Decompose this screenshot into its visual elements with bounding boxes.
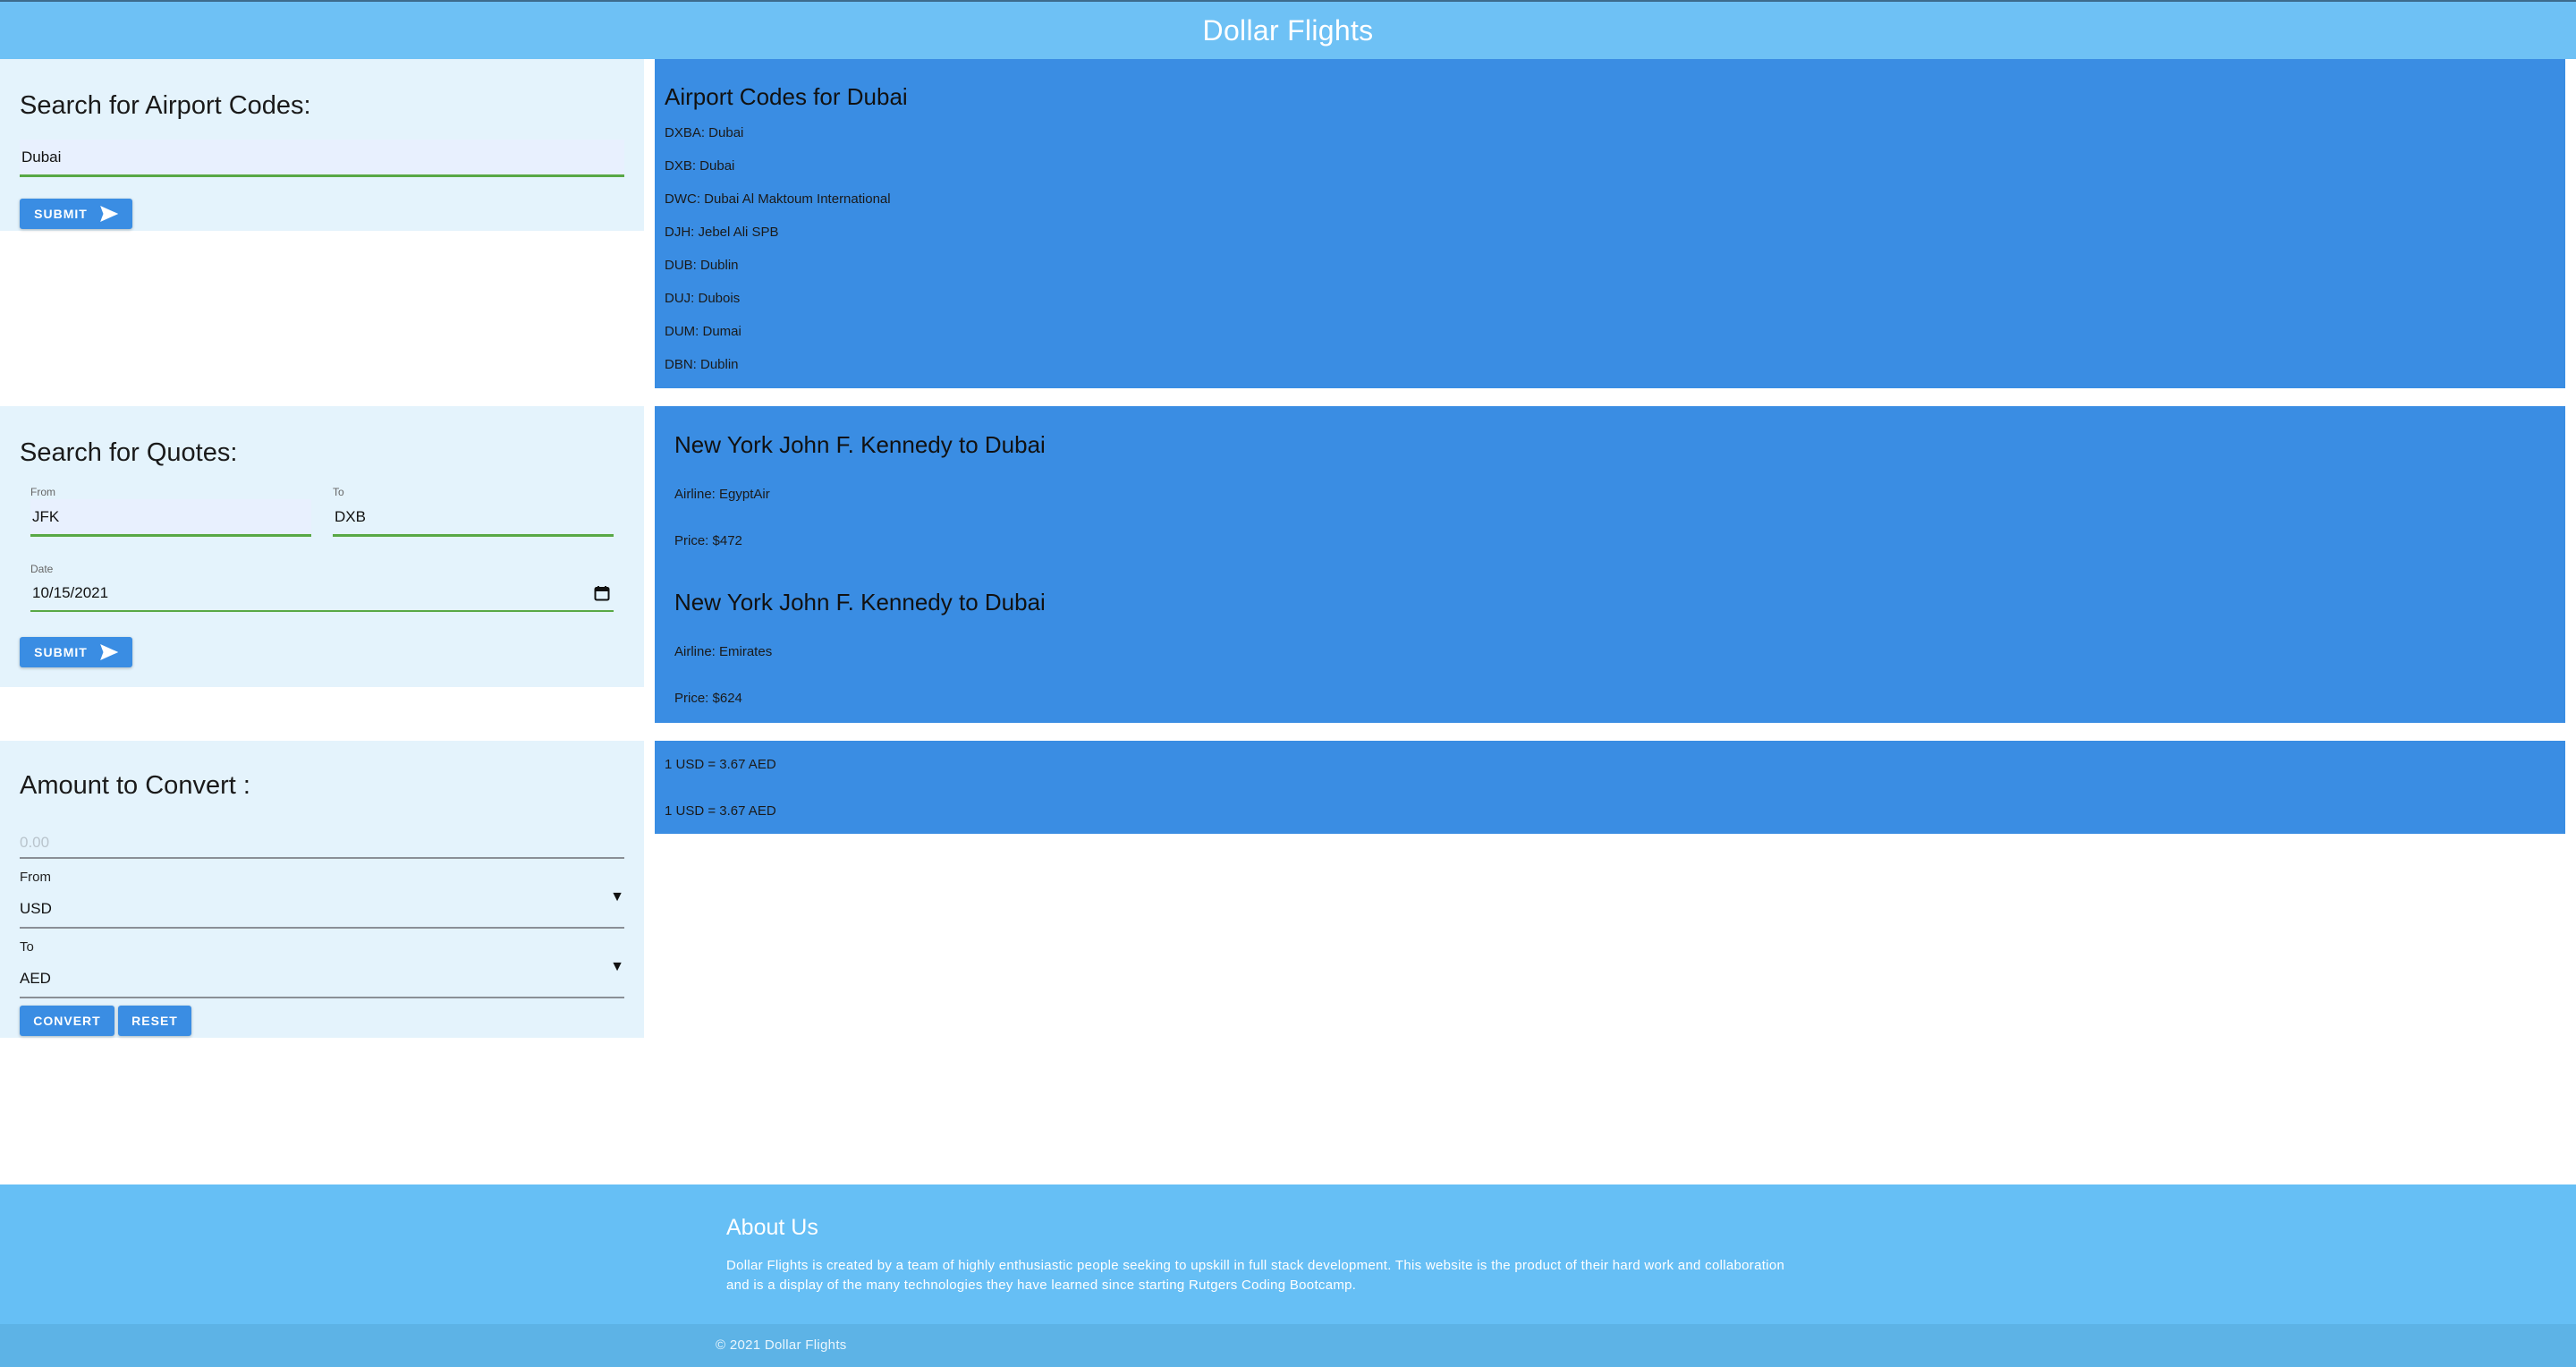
to-currency-select[interactable]: AED ▼ bbox=[20, 957, 624, 998]
from-currency-label: From bbox=[20, 870, 51, 885]
airport-code-item: DUB: Dublin bbox=[665, 258, 739, 273]
airport-code-item: DWC: Dubai Al Maktoum International bbox=[665, 191, 891, 207]
conversion-result: 1 USD = 3.67 AED bbox=[665, 803, 776, 819]
quote-price: Price: $624 bbox=[674, 691, 742, 706]
airport-results-panel: Airport Codes for Dubai DXBA: Dubai DXB:… bbox=[655, 59, 2565, 388]
date-input[interactable]: 10/15/2021 bbox=[30, 576, 614, 612]
about-title: About Us bbox=[726, 1215, 818, 1240]
airport-search-heading: Search for Airport Codes: bbox=[20, 91, 311, 120]
send-icon bbox=[99, 644, 118, 660]
caret-down-icon: ▼ bbox=[610, 959, 624, 974]
airport-code-item: DXBA: Dubai bbox=[665, 125, 744, 140]
date-value: 10/15/2021 bbox=[32, 584, 109, 601]
convert-label: CONVERT bbox=[33, 1014, 101, 1028]
calendar-icon[interactable] bbox=[594, 585, 610, 601]
quote-search-panel: Search for Quotes: From JFK To DXB Date … bbox=[0, 406, 644, 687]
quote-price: Price: $472 bbox=[674, 533, 742, 548]
copyright-text: © 2021 Dollar Flights bbox=[716, 1337, 847, 1353]
convert-button[interactable]: CONVERT bbox=[20, 1006, 114, 1036]
quote-submit-button[interactable]: SUBMIT bbox=[20, 637, 132, 667]
quote-search-heading: Search for Quotes: bbox=[20, 438, 238, 467]
airport-submit-label: SUBMIT bbox=[34, 207, 88, 221]
quote-airline: Airline: Emirates bbox=[674, 644, 773, 659]
airport-code-item: DBN: Dublin bbox=[665, 357, 739, 372]
caret-down-icon: ▼ bbox=[610, 889, 624, 904]
quote-results-panel: New York John F. Kennedy to Dubai Airlin… bbox=[655, 406, 2565, 723]
quote-route-title: New York John F. Kennedy to Dubai bbox=[674, 589, 1046, 616]
airport-code-item: DUM: Dumai bbox=[665, 324, 741, 339]
quote-route-title: New York John F. Kennedy to Dubai bbox=[674, 431, 1046, 458]
quote-airline: Airline: EgyptAir bbox=[674, 487, 770, 502]
quote-submit-label: SUBMIT bbox=[34, 645, 88, 659]
send-icon bbox=[99, 206, 118, 222]
from-currency-value: USD bbox=[20, 900, 52, 917]
from-airport-value: JFK bbox=[32, 507, 60, 525]
airport-submit-button[interactable]: SUBMIT bbox=[20, 199, 132, 229]
copyright-bar: © 2021 Dollar Flights bbox=[0, 1324, 2576, 1367]
airport-code-item: DJH: Jebel Ali SPB bbox=[665, 225, 779, 240]
about-text: Dollar Flights is created by a team of h… bbox=[726, 1258, 1785, 1293]
conversion-result: 1 USD = 3.67 AED bbox=[665, 757, 776, 772]
reset-label: RESET bbox=[131, 1014, 178, 1028]
converter-heading: Amount to Convert : bbox=[20, 771, 250, 800]
page: Dollar Flights Search for Airport Codes:… bbox=[0, 0, 2576, 1367]
to-airport-value: DXB bbox=[335, 507, 366, 525]
reset-button[interactable]: RESET bbox=[118, 1006, 191, 1036]
airport-search-panel: Search for Airport Codes: Dubai SUBMIT bbox=[0, 59, 644, 231]
to-airport-input[interactable]: DXB bbox=[333, 499, 614, 537]
converter-panel: Amount to Convert : 0.00 From USD ▼ To A… bbox=[0, 741, 644, 1038]
to-currency-label: To bbox=[20, 939, 34, 955]
from-airport-input[interactable]: JFK bbox=[30, 499, 311, 537]
amount-placeholder: 0.00 bbox=[20, 834, 50, 851]
airport-results-title: Airport Codes for Dubai bbox=[665, 83, 908, 110]
from-currency-select[interactable]: USD ▼ bbox=[20, 887, 624, 929]
airport-search-value: Dubai bbox=[21, 148, 62, 166]
conversion-results-panel: 1 USD = 3.67 AED 1 USD = 3.67 AED bbox=[655, 741, 2565, 834]
airport-search-input[interactable]: Dubai bbox=[20, 140, 624, 177]
footer: About Us Dollar Flights is created by a … bbox=[0, 1184, 2576, 1324]
to-currency-value: AED bbox=[20, 970, 51, 987]
app-header: Dollar Flights bbox=[0, 0, 2576, 59]
date-label: Date bbox=[30, 563, 54, 575]
app-title: Dollar Flights bbox=[1202, 13, 1374, 47]
amount-input[interactable]: 0.00 bbox=[20, 819, 624, 859]
from-airport-label: From bbox=[30, 486, 55, 498]
to-airport-label: To bbox=[333, 486, 344, 498]
airport-code-item: DXB: Dubai bbox=[665, 158, 735, 174]
airport-code-item: DUJ: Dubois bbox=[665, 291, 741, 306]
